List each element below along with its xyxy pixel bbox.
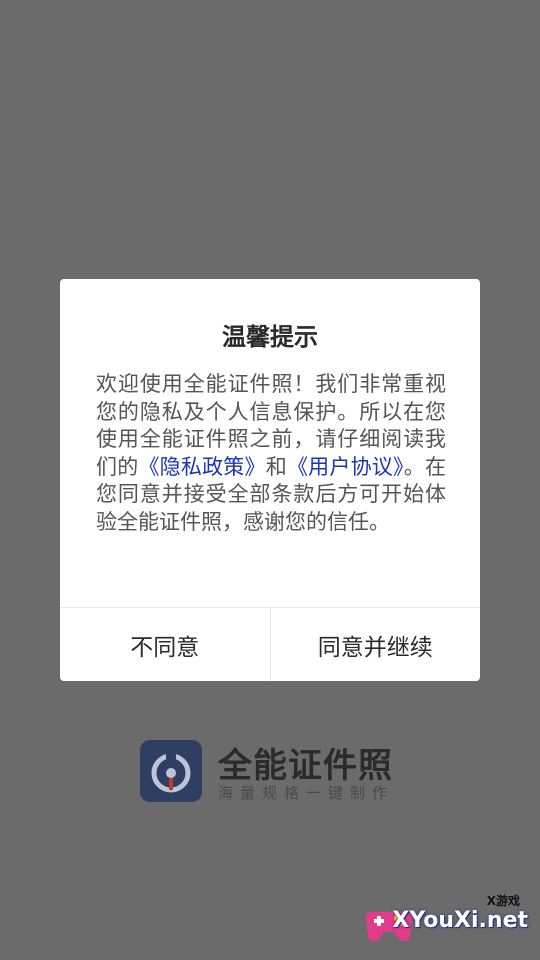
app-name: 全能证件照 — [218, 746, 393, 786]
app-screen: 全能证件照 海量规格一键制作 温馨提示 欢迎使用全能证件照！我们非常重视您的隐私… — [0, 0, 540, 960]
dialog-message: 欢迎使用全能证件照！我们非常重视您的隐私及个人信息保护。所以在您使用全能证件照之… — [96, 371, 446, 536]
watermark-site-label: XYouXi.net — [392, 908, 528, 933]
site-watermark: X游戏 XYouXi.net — [362, 890, 532, 950]
user-agreement-link[interactable]: 《用户协议》 — [287, 455, 404, 479]
privacy-policy-link[interactable]: 《隐私政策》 — [138, 455, 265, 479]
message-text-and: 和 — [265, 454, 287, 479]
dialog-title: 温馨提示 — [222, 323, 318, 351]
app-brand: 全能证件照 海量规格一键制作 — [140, 740, 400, 802]
privacy-dialog: 温馨提示 欢迎使用全能证件照！我们非常重视您的隐私及个人信息保护。所以在您使用全… — [60, 279, 480, 681]
app-slogan: 海量规格一键制作 — [218, 784, 395, 802]
disagree-button[interactable]: 不同意 — [60, 608, 270, 681]
dialog-button-bar: 不同意 同意并继续 — [60, 607, 480, 681]
app-logo-icon — [140, 740, 202, 802]
agree-continue-button[interactable]: 同意并继续 — [269, 608, 481, 681]
watermark-small-label: X游戏 — [486, 894, 520, 908]
